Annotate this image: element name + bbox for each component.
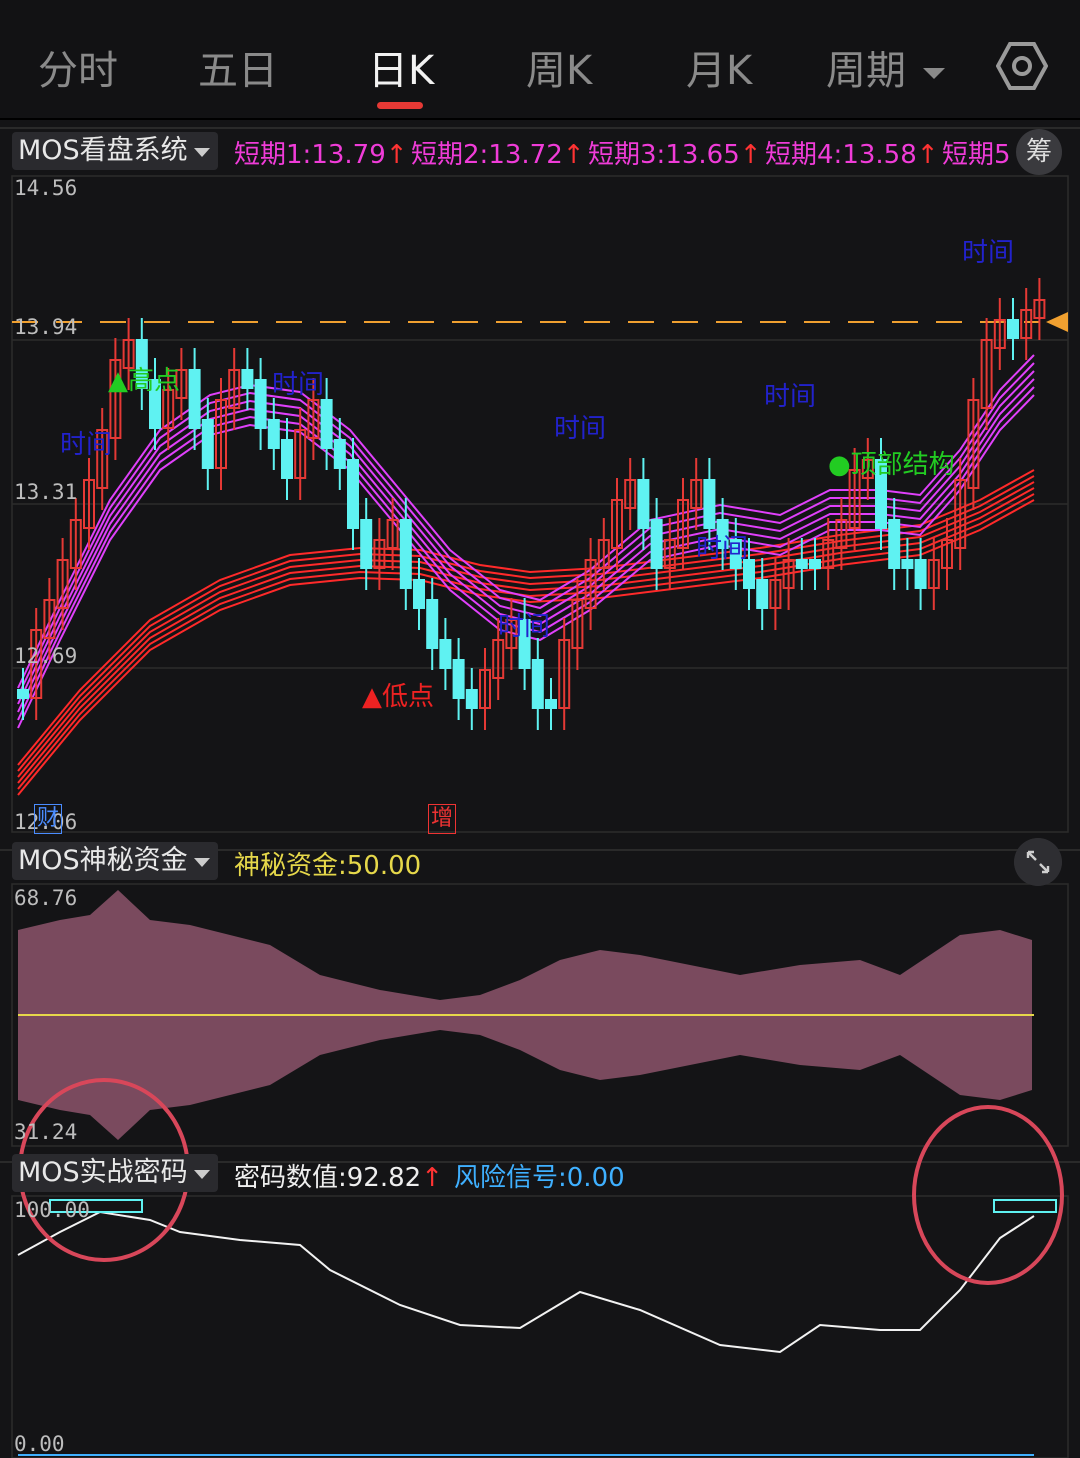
y-tick-mid: 13.31 (14, 480, 78, 504)
fund-y-top: 68.76 (14, 886, 78, 910)
code-y-bottom: 0.00 (14, 1432, 65, 1456)
candle-body (650, 519, 663, 569)
candle-body (254, 379, 267, 429)
candle-body (465, 689, 478, 709)
y-tick-top: 14.56 (14, 176, 78, 200)
code-value-readout: 密码数值:92.82↑ (234, 1163, 443, 1193)
candle-body (703, 479, 716, 529)
candle-body (333, 439, 346, 469)
candle-body (637, 479, 650, 529)
fund-indicator-selector[interactable]: MOS神秘资金 (12, 842, 218, 880)
candle-body (281, 439, 293, 479)
annotation-high-point: ▲高点 (108, 366, 180, 396)
candle-body (267, 419, 280, 449)
candle-body (452, 659, 465, 699)
annotation-time: 时间 (696, 534, 749, 564)
annotation-time: 时间 (498, 612, 551, 642)
candle-body (439, 639, 452, 669)
annotation-time: 时间 (272, 370, 325, 400)
y-tick-low: 12.69 (14, 644, 78, 668)
risk-signal-readout: 风险信号:0.00 (454, 1163, 625, 1193)
candle-body (188, 369, 201, 429)
candle-body (399, 519, 412, 589)
code-line (17, 1210, 1035, 1354)
candle-body (320, 399, 333, 449)
increase-badge[interactable]: 增 (428, 804, 457, 834)
candle-body (413, 579, 425, 609)
expand-icon[interactable] (1014, 838, 1062, 886)
annotation-circle (912, 1105, 1064, 1285)
candle-body (17, 689, 29, 699)
candle-body (201, 419, 214, 469)
chevron-down-icon (193, 1170, 210, 1179)
candle-body (426, 599, 439, 649)
annotation-time: 时间 (60, 430, 113, 460)
kline-chart-canvas[interactable] (0, 0, 1080, 1458)
candle-body (241, 369, 254, 389)
candle-body (914, 559, 927, 589)
candle-body (545, 699, 557, 709)
chevron-down-icon (193, 858, 210, 867)
fund-y-bottom: 31.24 (14, 1120, 78, 1144)
code-y-top: 100.00 (14, 1198, 90, 1222)
candle-body (756, 579, 769, 609)
code-indicator-name: MOS实战密码 (18, 1157, 188, 1188)
annotation-time: 时间 (764, 382, 817, 412)
annotation-top-structure: ●顶部结构 (828, 450, 955, 480)
candle-body (795, 559, 808, 569)
candle-body (888, 519, 901, 569)
annotation-time: 时间 (554, 414, 607, 444)
annotation-low-point: ▲低点 (362, 682, 434, 712)
candle-body (1007, 319, 1019, 339)
candle-body (360, 519, 373, 569)
candle-body (531, 659, 544, 709)
code-indicator-selector[interactable]: MOS实战密码 (12, 1154, 218, 1192)
price-marker (1046, 312, 1068, 332)
annotation-time: 时间 (962, 238, 1015, 268)
y-tick-dashed: 13.94 (14, 315, 78, 339)
candle-body (809, 559, 821, 569)
fund-readout: 神秘资金:50.00 (234, 851, 422, 881)
fund-indicator-name: MOS神秘资金 (18, 845, 188, 876)
finance-badge[interactable]: 财 (34, 804, 63, 834)
code-signal-box (993, 1199, 1057, 1213)
candle-body (901, 559, 914, 569)
panel-frame (11, 1195, 1069, 1458)
candle-body (347, 459, 359, 529)
